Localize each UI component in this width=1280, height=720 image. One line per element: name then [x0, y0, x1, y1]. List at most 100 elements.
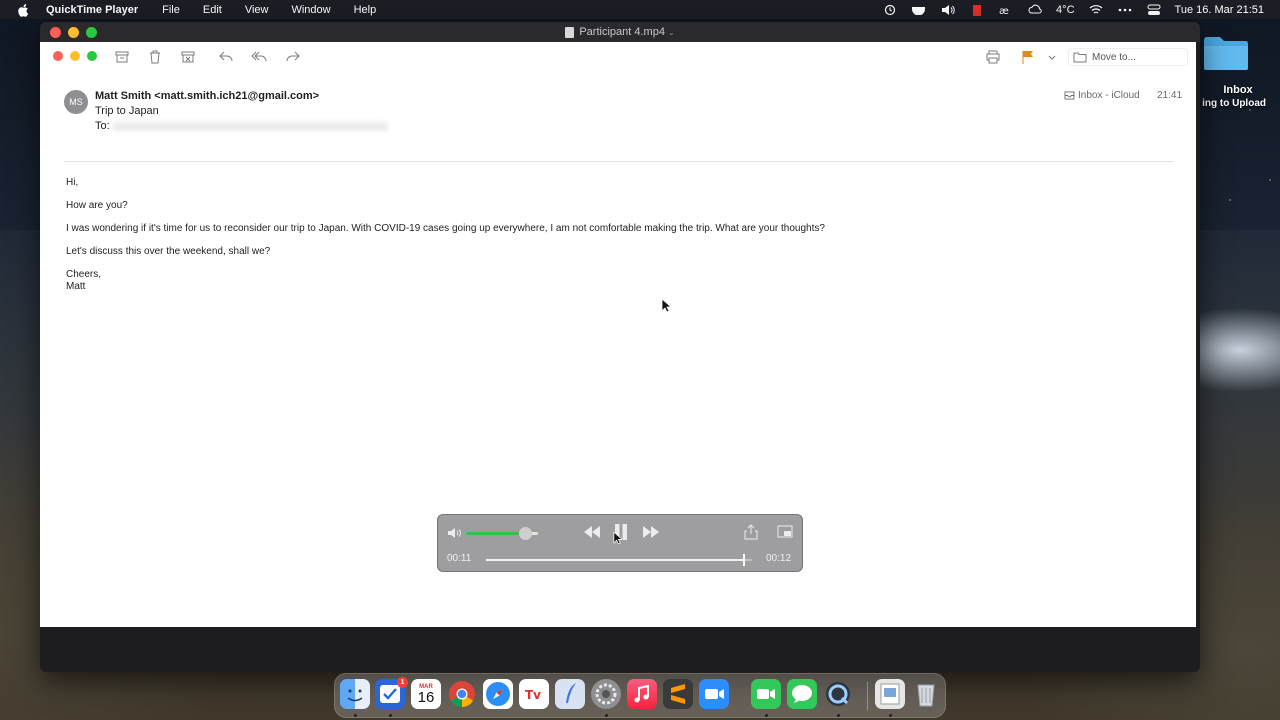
close-button[interactable]: [50, 27, 61, 38]
mail-time: 21:41: [1157, 90, 1183, 101]
menu-app-name[interactable]: QuickTime Player: [46, 4, 138, 16]
dock-quicktime-icon[interactable]: [823, 679, 853, 709]
dock-running-indicator: [889, 714, 892, 717]
sender: Matt Smith <matt.smith.ich21@gmail.com>: [95, 90, 320, 102]
body-line: Let's discuss this over the weekend, sha…: [66, 246, 271, 257]
end-time: 00:12: [766, 553, 792, 564]
chevron-down-icon: [1044, 49, 1056, 65]
reminders-badge: 1: [397, 677, 408, 688]
flag-icon: [1020, 49, 1036, 65]
battery-icon[interactable]: [969, 4, 985, 16]
zoom-button[interactable]: [86, 27, 97, 38]
reply-icon: [218, 49, 234, 65]
mail-close-dot: [53, 51, 63, 61]
dock-music-icon[interactable]: [627, 679, 657, 709]
desktop-folder-sublabel: ing to Upload: [1202, 98, 1266, 109]
dock-chrome-icon[interactable]: [447, 679, 477, 709]
dock-finder-icon[interactable]: [340, 679, 370, 709]
body-line: I was wondering if it's time for us to r…: [66, 223, 825, 234]
window-titlebar[interactable]: Participant 4.mp4 ⌄: [40, 22, 1200, 42]
time-machine-icon[interactable]: [882, 4, 898, 16]
volume-slider[interactable]: [466, 527, 538, 540]
dock-running-indicator: [354, 714, 357, 717]
dock-running-indicator: [605, 714, 608, 717]
rewind-button[interactable]: [582, 525, 602, 539]
picture-in-picture-icon[interactable]: [777, 525, 793, 539]
volume-icon[interactable]: [940, 4, 956, 16]
minimize-button[interactable]: [68, 27, 79, 38]
playhead[interactable]: [743, 554, 746, 566]
folder-icon: [1073, 52, 1087, 63]
scrubber[interactable]: [486, 554, 752, 566]
dock-zoom-icon[interactable]: [699, 679, 729, 709]
volume-icon[interactable]: [447, 526, 463, 538]
chevron-down-icon[interactable]: ⌄: [668, 28, 675, 37]
mouse-cursor-icon: [661, 298, 671, 313]
control-center-icon[interactable]: [1146, 4, 1162, 16]
apple-icon[interactable]: [16, 3, 30, 17]
dock-separator: [867, 682, 868, 710]
move-to-control: Move to...: [1068, 48, 1188, 66]
reply-all-icon: [251, 49, 267, 65]
dock: 1 MAR 16 Tv: [334, 673, 946, 718]
dock-running-indicator: [389, 714, 392, 717]
mailbox-label: Inbox - iCloud: [1064, 90, 1140, 101]
menu-view[interactable]: View: [245, 4, 269, 16]
ae-icon[interactable]: æ: [998, 4, 1014, 16]
wifi-icon[interactable]: [1088, 4, 1104, 16]
svg-text:Tv: Tv: [525, 688, 541, 702]
desktop-folder-label[interactable]: Inbox: [1196, 84, 1280, 96]
menu-file[interactable]: File: [162, 4, 180, 16]
menu-clock[interactable]: Tue 16. Mar 21:51: [1175, 4, 1264, 16]
body-signature: Matt: [66, 280, 86, 292]
dock-calendar-icon[interactable]: MAR 16: [411, 679, 441, 709]
fast-forward-button[interactable]: [641, 525, 661, 539]
share-icon[interactable]: [744, 524, 758, 540]
mail-toolbar: Move to...: [40, 42, 1196, 72]
to-label: To:: [95, 120, 110, 132]
junk-icon: [180, 49, 196, 65]
temperature: 4°C: [1056, 3, 1075, 16]
weather-icon[interactable]: [1027, 4, 1043, 16]
dock-sublime-icon[interactable]: [663, 679, 693, 709]
dock-safari-icon[interactable]: [483, 679, 513, 709]
mail-minimize-dot: [70, 51, 80, 61]
forward-icon: [285, 49, 301, 65]
dock-trash-icon[interactable]: [911, 679, 941, 709]
menu-edit[interactable]: Edit: [203, 4, 222, 16]
dock-facetime-icon[interactable]: [751, 679, 781, 709]
mail-header: MS Matt Smith <matt.smith.ich21@gmail.co…: [64, 90, 1182, 162]
body-signoff: Cheers,: [66, 269, 102, 280]
document-icon: [565, 26, 575, 38]
mouse-cursor-icon: [613, 531, 622, 545]
subject: Trip to Japan: [95, 105, 159, 117]
volume-knob[interactable]: [519, 527, 533, 540]
print-icon: [985, 49, 1001, 65]
more-icon[interactable]: [1117, 4, 1133, 16]
recipient-blurred: [113, 122, 388, 131]
mail-zoom-dot: [87, 51, 97, 61]
window-title: Participant 4.mp4: [579, 26, 665, 38]
dock-system-preferences-icon[interactable]: [591, 679, 621, 709]
volume-fill: [466, 532, 526, 535]
dock-reminders-icon[interactable]: 1: [375, 677, 408, 709]
dock-running-indicator: [765, 714, 768, 717]
dock-quill-icon[interactable]: [555, 679, 585, 709]
scrubber-fill: [486, 559, 745, 561]
body-line: How are you?: [66, 200, 128, 211]
dock-preview-icon[interactable]: [875, 679, 905, 709]
coffee-icon[interactable]: [911, 4, 927, 16]
desktop-folder-icon[interactable]: [1202, 34, 1250, 72]
trash-icon: [147, 49, 163, 65]
menu-help[interactable]: Help: [354, 4, 377, 16]
quicktime-window: Participant 4.mp4 ⌄ Move to... MS Matt S…: [40, 22, 1200, 672]
mailbox-name: Inbox - iCloud: [1078, 90, 1140, 101]
avatar: MS: [64, 90, 88, 114]
menu-window[interactable]: Window: [291, 4, 330, 16]
dock-tv-icon[interactable]: Tv: [519, 679, 549, 709]
menu-bar: QuickTime Player File Edit View Window H…: [0, 0, 1280, 19]
mail-body: Hi, How are you? I was wondering if it's…: [66, 177, 1166, 292]
body-greeting: Hi,: [66, 177, 79, 188]
dock-running-indicator: [837, 714, 840, 717]
dock-messages-icon[interactable]: [787, 679, 817, 709]
